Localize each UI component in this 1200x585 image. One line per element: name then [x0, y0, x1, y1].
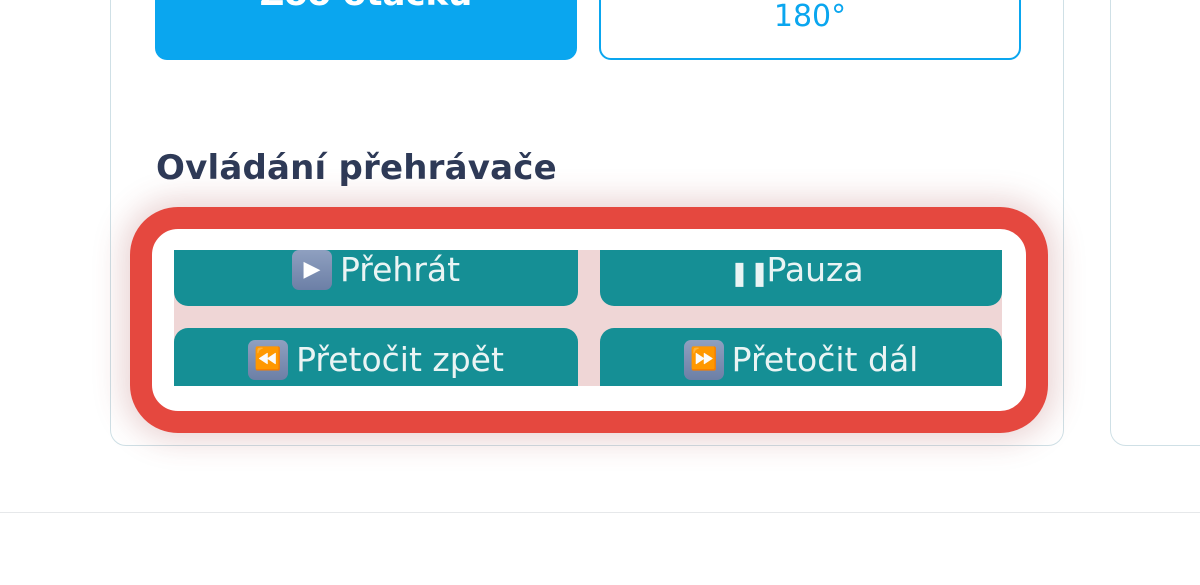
- rotate-180-button[interactable]: 180°: [599, 0, 1021, 60]
- side-card: [1110, 0, 1200, 446]
- player-section-title: Ovládání přehrávače: [156, 148, 557, 188]
- rotate-180-label: 180°: [773, 0, 847, 34]
- play-label: Přehrát: [339, 250, 461, 289]
- pause-icon: ❚❚: [729, 259, 770, 287]
- rotate-primary-label: Zoo otáčku: [260, 0, 473, 14]
- play-button[interactable]: ▶ Přehrát: [174, 250, 578, 306]
- play-icon: ▶: [291, 250, 332, 290]
- rewind-button[interactable]: ⏪ Přetočit zpět: [174, 328, 578, 386]
- rewind-label: Přetočit zpět: [296, 340, 504, 379]
- screen: Zoo otáčku 180° Ovládání přehrávače ▶Pře…: [0, 0, 1200, 585]
- rotate-primary-button[interactable]: Zoo otáčku: [155, 0, 577, 60]
- pause-label: Pauza: [766, 250, 864, 289]
- forward-button[interactable]: ⏩ Přetočit dál: [600, 328, 1002, 386]
- forward-icon: ⏩: [683, 340, 724, 380]
- rewind-icon: ⏪: [248, 340, 289, 380]
- pause-button[interactable]: ❚❚Pauza: [600, 250, 1002, 306]
- footer-divider: [0, 512, 1200, 513]
- forward-label: Přetočit dál: [731, 340, 919, 379]
- player-controls: ▶ Přehrát ❚❚Pauza ⏪ Přetočit zpět ⏩ Přetoči…: [174, 250, 1002, 386]
